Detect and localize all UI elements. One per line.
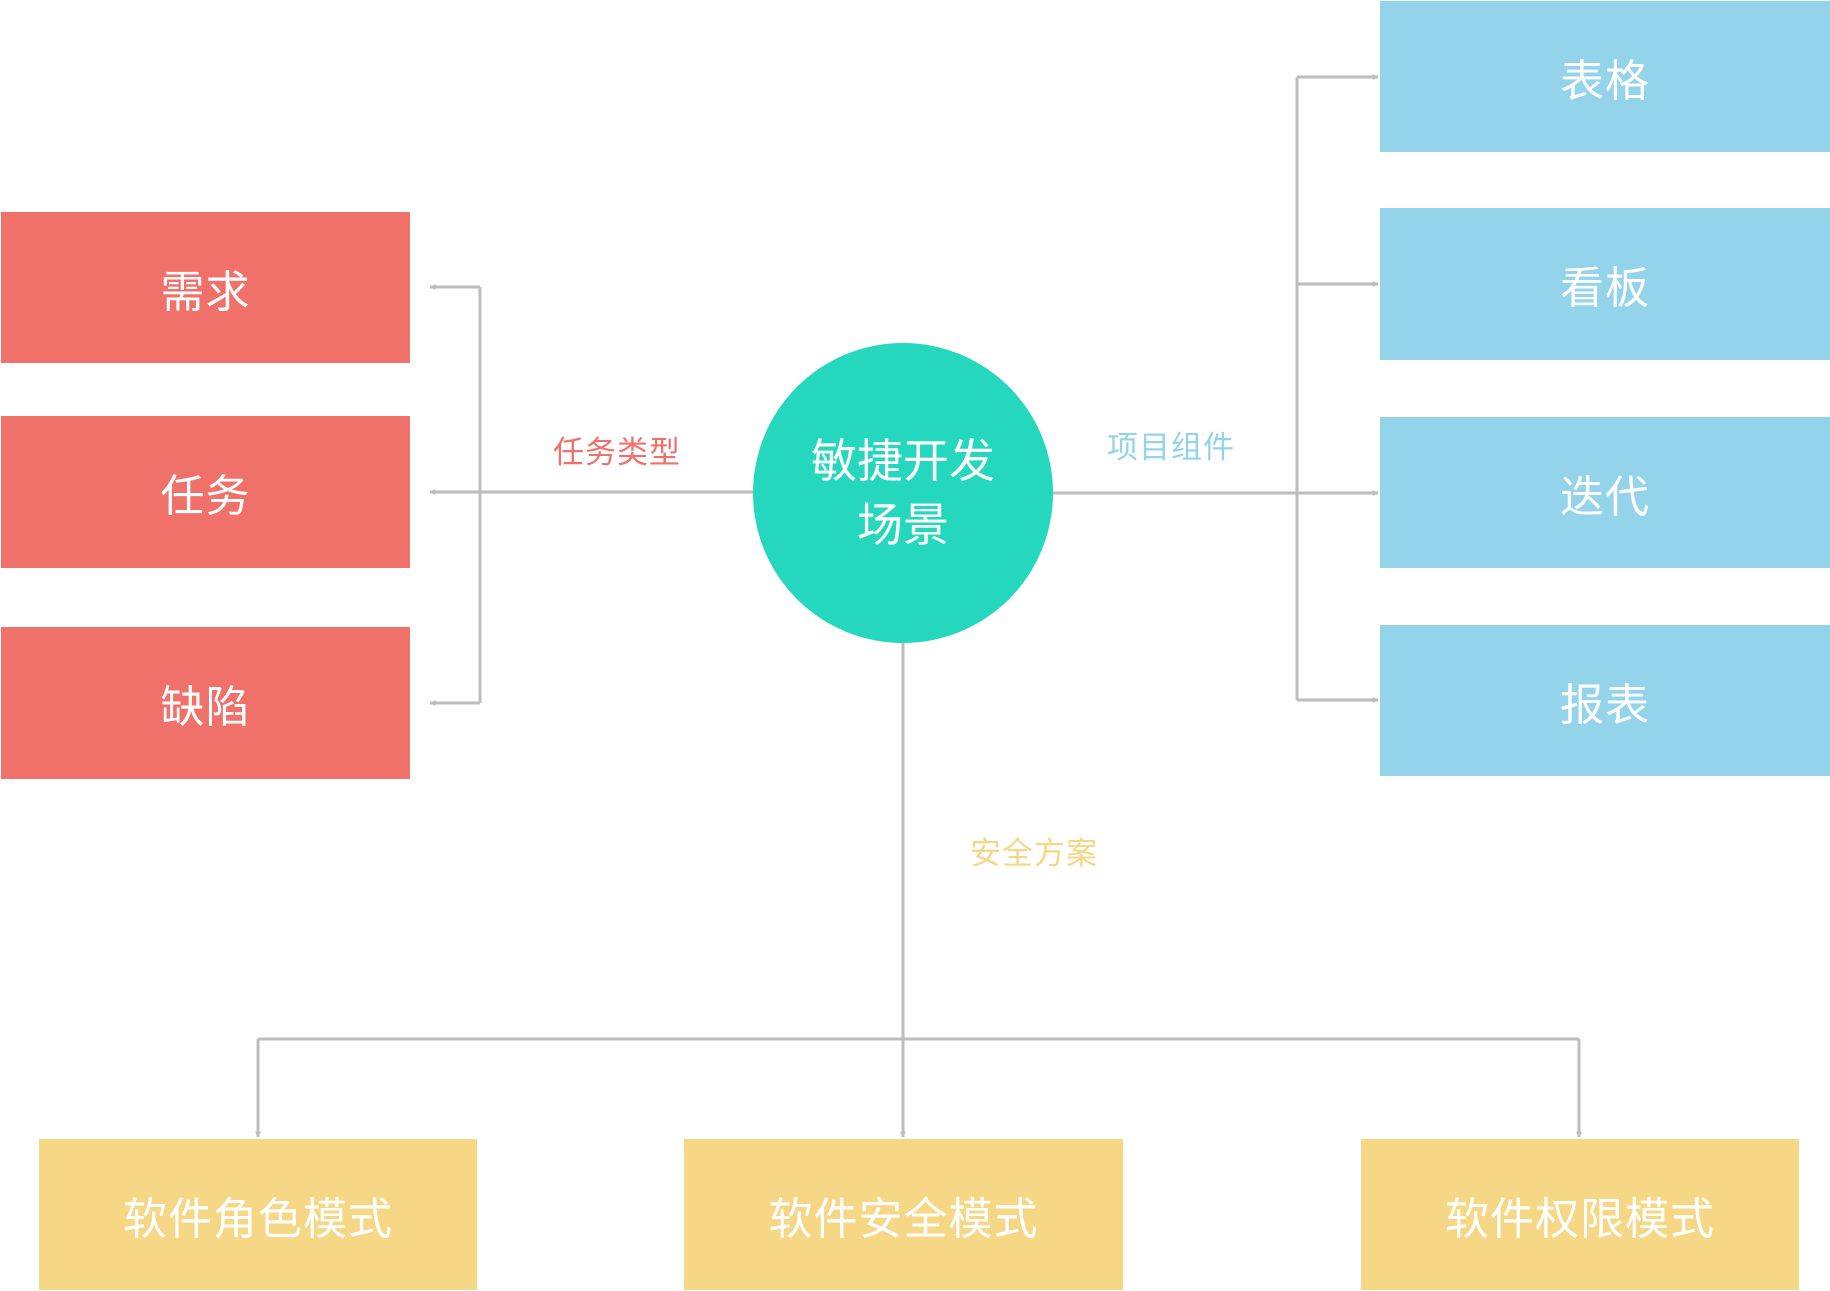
- node-label: 软件角色模式: [123, 1193, 393, 1245]
- hub-title-line2: 场景: [857, 498, 949, 552]
- node-software-security-mode[interactable]: 软件安全模式: [684, 1139, 1123, 1290]
- node-label: 软件权限模式: [1445, 1193, 1715, 1245]
- branch-label-task-types: 任务类型: [553, 435, 681, 471]
- node-task[interactable]: 任务: [1, 416, 410, 568]
- node-defect[interactable]: 缺陷: [1, 627, 410, 779]
- branch-label-security-schemes: 安全方案: [970, 836, 1098, 872]
- node-label: 任务: [160, 471, 251, 522]
- node-software-role-mode[interactable]: 软件角色模式: [39, 1139, 477, 1290]
- node-kanban[interactable]: 看板: [1380, 208, 1830, 360]
- branch-label-project-components: 项目组件: [1107, 430, 1235, 466]
- node-label: 需求: [160, 266, 251, 318]
- node-label: 看板: [1560, 263, 1650, 314]
- node-software-permission-mode[interactable]: 软件权限模式: [1361, 1139, 1799, 1290]
- node-requirement[interactable]: 需求: [1, 212, 410, 363]
- node-label: 软件安全模式: [768, 1193, 1039, 1245]
- node-label: 报表: [1560, 679, 1650, 731]
- hub-title-line1: 敏捷开发: [811, 434, 995, 488]
- node-label: 缺陷: [160, 682, 251, 733]
- node-iteration[interactable]: 迭代: [1380, 417, 1830, 568]
- node-label: 表格: [1560, 55, 1650, 107]
- node-table[interactable]: 表格: [1380, 1, 1830, 152]
- node-report[interactable]: 报表: [1380, 625, 1830, 776]
- node-label: 迭代: [1560, 471, 1650, 523]
- hub-node[interactable]: 敏捷开发 场景: [753, 343, 1053, 643]
